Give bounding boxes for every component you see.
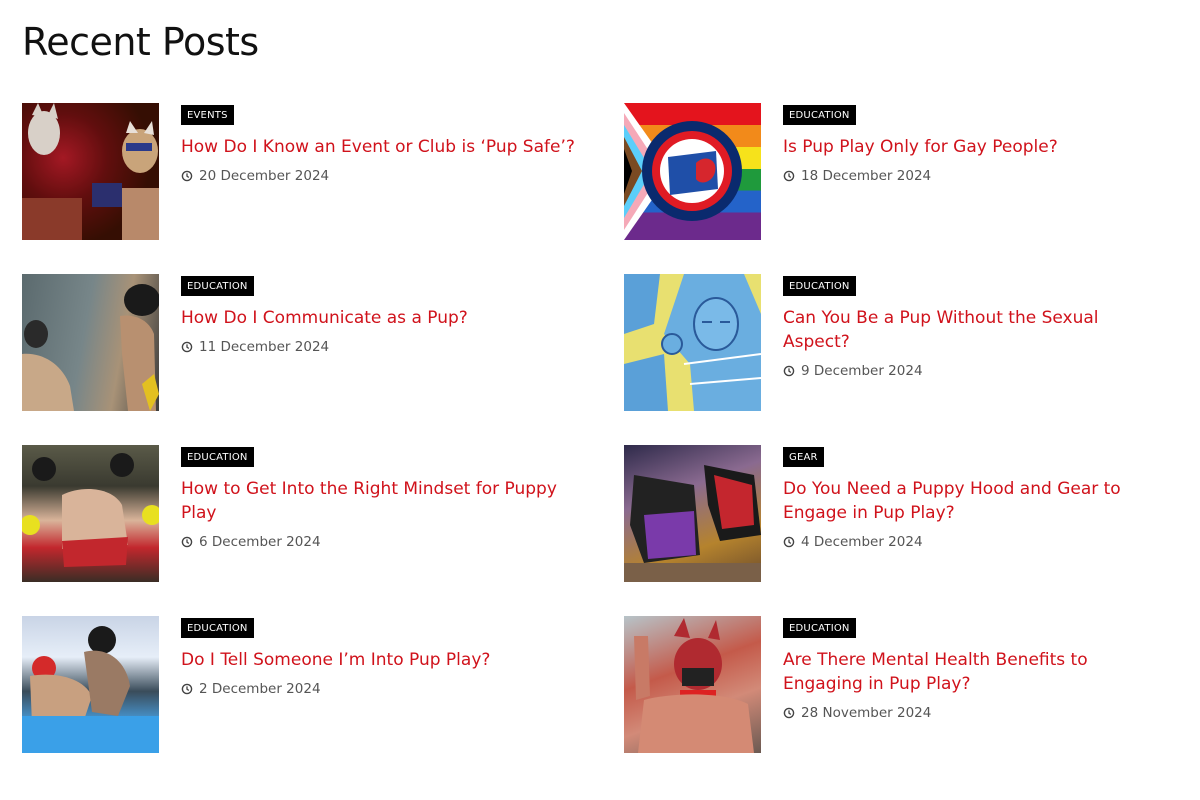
post-card: EDUCATION How Do I Communicate as a Pup?…	[22, 274, 624, 445]
post-date: 9 December 2024	[801, 363, 923, 379]
post-title-link[interactable]: Can You Be a Pup Without the Sexual Aspe…	[783, 306, 1159, 354]
post-meta: 20 December 2024	[181, 168, 591, 184]
post-title-link[interactable]: How to Get Into the Right Mindset for Pu…	[181, 477, 591, 525]
post-thumbnail[interactable]	[624, 103, 761, 240]
clock-icon	[181, 536, 193, 548]
post-meta: 4 December 2024	[783, 534, 1159, 550]
post-card: GEAR Do You Need a Puppy Hood and Gear t…	[624, 445, 1182, 616]
clock-icon	[783, 707, 795, 719]
post-date: 18 December 2024	[801, 168, 932, 184]
section-title: Recent Posts	[22, 20, 259, 64]
category-badge[interactable]: EDUCATION	[181, 618, 254, 638]
post-meta: 9 December 2024	[783, 363, 1159, 379]
post-thumbnail[interactable]	[22, 274, 159, 411]
category-badge[interactable]: EDUCATION	[181, 276, 254, 296]
clock-icon	[783, 170, 795, 182]
category-badge[interactable]: EVENTS	[181, 105, 234, 125]
post-date: 2 December 2024	[199, 681, 321, 697]
post-title-link[interactable]: Do I Tell Someone I’m Into Pup Play?	[181, 648, 591, 672]
post-thumbnail[interactable]	[22, 445, 159, 582]
post-card: EDUCATION Are There Mental Health Benefi…	[624, 616, 1182, 787]
post-card: EDUCATION Can You Be a Pup Without the S…	[624, 274, 1182, 445]
clock-icon	[783, 536, 795, 548]
post-thumbnail[interactable]	[22, 103, 159, 240]
post-card: EVENTS How Do I Know an Event or Club is…	[22, 103, 624, 274]
post-thumbnail[interactable]	[22, 616, 159, 753]
post-title-link[interactable]: How Do I Communicate as a Pup?	[181, 306, 591, 330]
post-date: 4 December 2024	[801, 534, 923, 550]
post-meta: 11 December 2024	[181, 339, 591, 355]
post-thumbnail[interactable]	[624, 445, 761, 582]
post-date: 20 December 2024	[199, 168, 330, 184]
post-meta: 28 November 2024	[783, 705, 1159, 721]
post-meta: 18 December 2024	[783, 168, 1159, 184]
post-thumbnail[interactable]	[624, 274, 761, 411]
category-badge[interactable]: EDUCATION	[181, 447, 254, 467]
post-date: 6 December 2024	[199, 534, 321, 550]
recent-posts-grid: EVENTS How Do I Know an Event or Club is…	[22, 103, 1182, 787]
category-badge[interactable]: EDUCATION	[783, 276, 856, 296]
category-badge[interactable]: EDUCATION	[783, 618, 856, 638]
clock-icon	[181, 341, 193, 353]
category-badge[interactable]: EDUCATION	[783, 105, 856, 125]
post-date: 11 December 2024	[199, 339, 330, 355]
clock-icon	[181, 170, 193, 182]
post-thumbnail[interactable]	[624, 616, 761, 753]
category-badge[interactable]: GEAR	[783, 447, 824, 467]
clock-icon	[783, 365, 795, 377]
post-card: EDUCATION Is Pup Play Only for Gay Peopl…	[624, 103, 1182, 274]
post-meta: 2 December 2024	[181, 681, 591, 697]
post-card: EDUCATION How to Get Into the Right Mind…	[22, 445, 624, 616]
clock-icon	[181, 683, 193, 695]
post-title-link[interactable]: Is Pup Play Only for Gay People?	[783, 135, 1159, 159]
post-title-link[interactable]: Do You Need a Puppy Hood and Gear to Eng…	[783, 477, 1159, 525]
post-title-link[interactable]: How Do I Know an Event or Club is ‘Pup S…	[181, 135, 591, 159]
post-card: EDUCATION Do I Tell Someone I’m Into Pup…	[22, 616, 624, 787]
post-title-link[interactable]: Are There Mental Health Benefits to Enga…	[783, 648, 1159, 696]
post-meta: 6 December 2024	[181, 534, 591, 550]
post-date: 28 November 2024	[801, 705, 932, 721]
